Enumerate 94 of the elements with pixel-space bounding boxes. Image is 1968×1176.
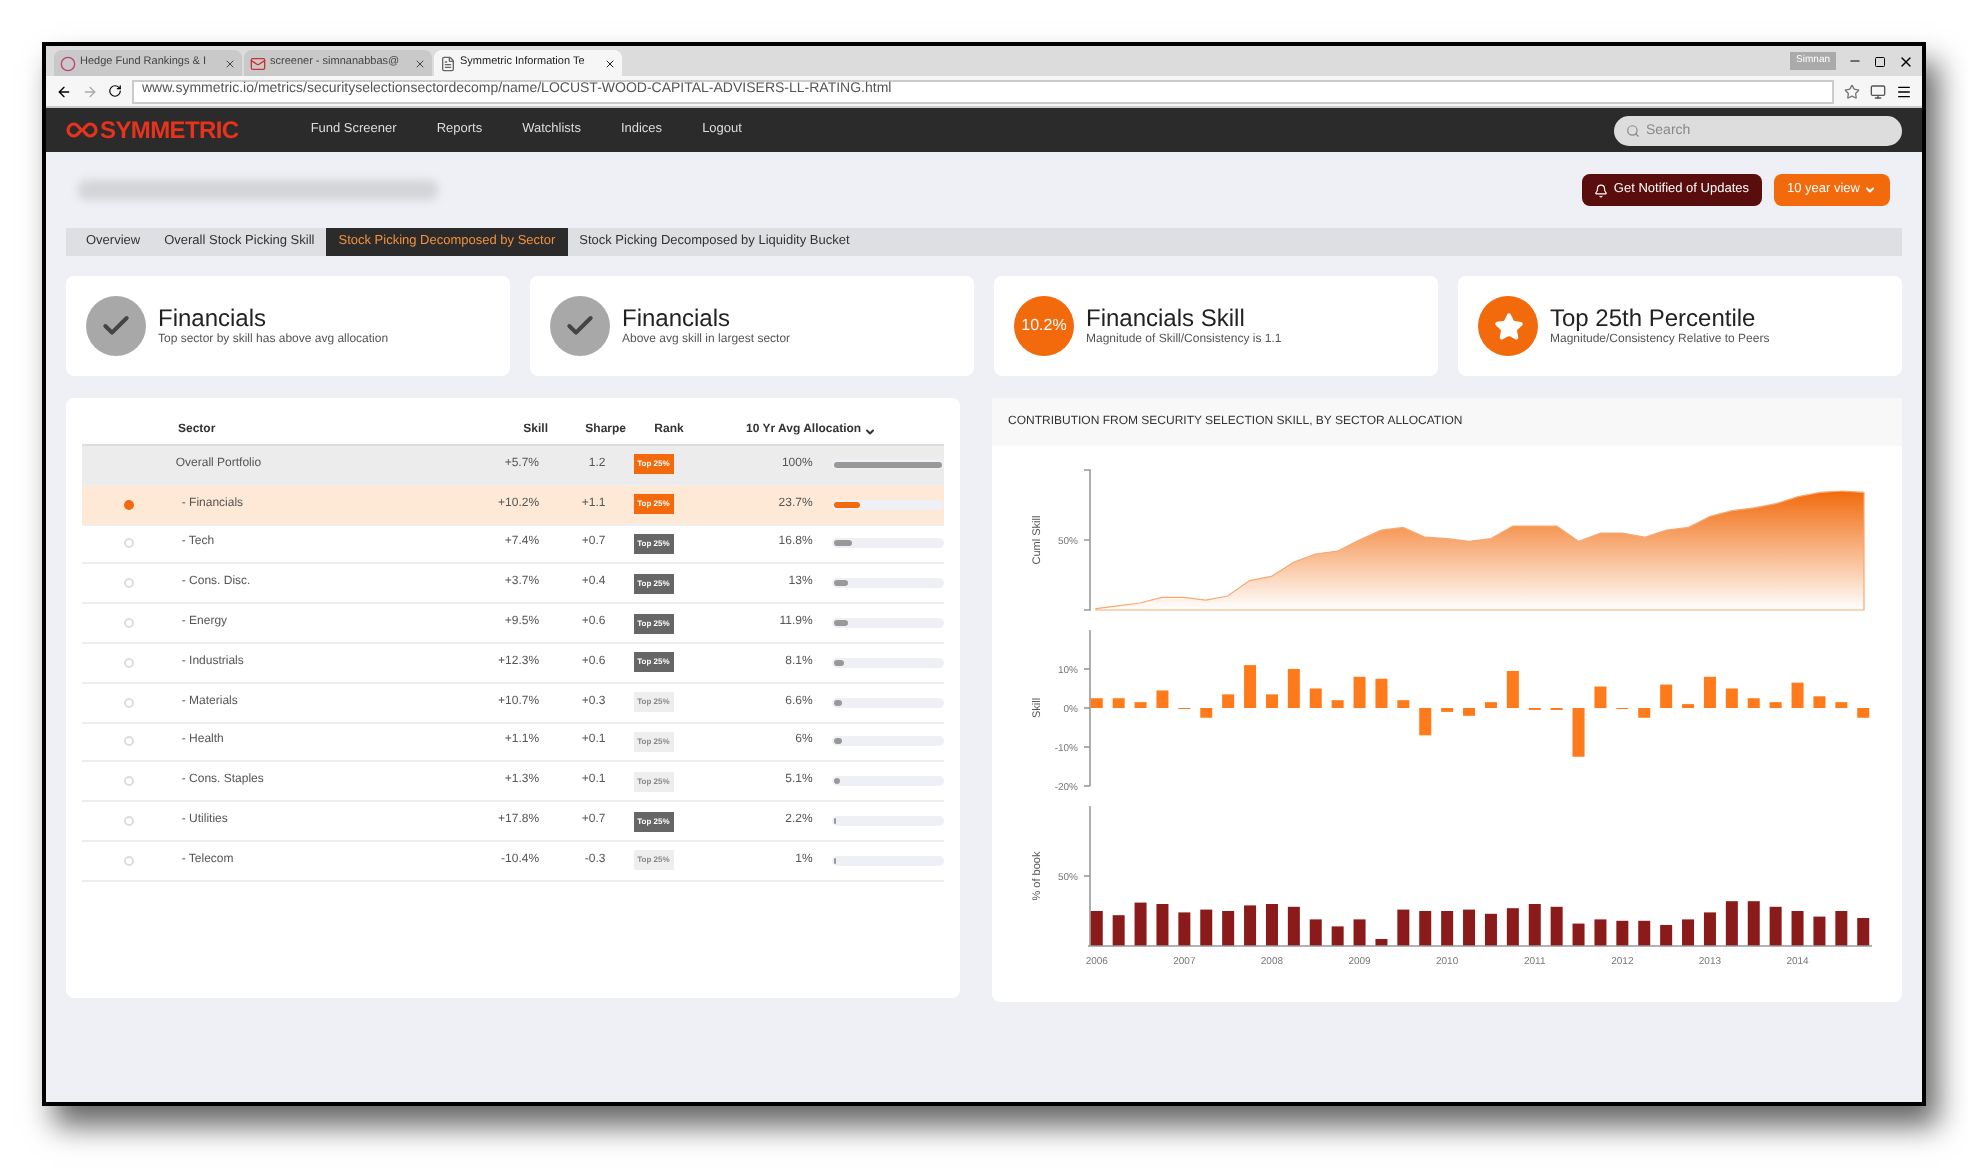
bar [1572,923,1585,946]
bar [1200,909,1213,946]
bar [1353,919,1366,946]
bar [1616,920,1629,946]
bar [1090,698,1103,708]
bar [1112,915,1125,946]
bar [1703,912,1716,946]
bar [1287,906,1300,946]
bar [1397,700,1410,708]
bar [1660,684,1673,708]
bar [1813,696,1826,708]
bar [1725,688,1738,708]
bar [1222,694,1235,708]
mail-icon [250,55,266,71]
bar [1134,702,1147,708]
bell-icon [1593,183,1608,197]
bookmark-star-icon[interactable] [1844,83,1860,99]
bar [1222,911,1235,946]
bar [1857,708,1870,718]
bar [1419,911,1432,946]
bar [1419,708,1432,736]
bar [1156,904,1169,946]
reload-icon[interactable] [108,84,122,98]
bar [1200,708,1213,718]
minimize-icon[interactable] [1848,54,1862,68]
page-icon [440,55,456,71]
bar [1244,665,1257,708]
infinity-logo-icon [66,122,98,138]
bar [1309,688,1322,708]
close-icon[interactable] [1898,53,1914,69]
bar [1725,901,1738,946]
bar [1528,904,1541,946]
bar [1769,702,1782,708]
card-title: Financials [622,303,733,333]
bar [1594,686,1607,708]
bar [1484,913,1497,946]
card-title: Financials Skill [1086,303,1247,333]
bar [1550,906,1563,946]
bar [1835,702,1848,708]
y-axis [1083,805,1091,947]
menu-icon[interactable] [1896,83,1912,99]
maximize-icon[interactable] [1874,55,1886,67]
bar [1331,926,1344,946]
forward-icon[interactable] [82,83,98,99]
cast-icon[interactable] [1870,83,1886,99]
bar [1747,698,1760,708]
bar [1265,694,1278,708]
bar [1594,919,1607,946]
close-icon[interactable] [414,57,426,69]
bar [1375,678,1388,708]
bar [1682,919,1695,946]
bar [1638,920,1651,946]
bar [1857,918,1870,946]
circle-icon [60,55,76,71]
bar [1397,909,1410,946]
bar [1178,912,1191,946]
bar [1265,904,1278,946]
bar [1506,670,1519,708]
bar [1463,909,1476,946]
card-title: Financials [158,303,269,333]
bar [1638,708,1651,718]
bar [1835,911,1848,946]
bar [1660,925,1673,946]
check-icon [550,296,610,356]
bar [1769,906,1782,946]
bar [1156,690,1169,708]
bar [1134,902,1147,946]
search-icon [1626,123,1640,137]
bar [1791,911,1804,946]
close-icon[interactable] [224,57,236,69]
bar [1572,708,1585,757]
card-title: Top 25th Percentile [1550,303,1758,333]
bar [1506,908,1519,946]
bar [1353,676,1366,708]
sort-caret-icon[interactable] [863,425,876,437]
bar [1244,905,1257,946]
bar [1287,669,1300,708]
bar [1463,708,1476,716]
bar [1331,700,1344,708]
bar [1484,702,1497,708]
bar [1112,698,1125,708]
check-icon [86,296,146,356]
close-icon[interactable] [604,57,616,69]
bar [1791,682,1804,708]
skill-badge: 10.2% [1014,296,1074,356]
bar [1813,916,1826,946]
y-axis [1083,469,1091,611]
bar [1375,939,1388,946]
back-icon[interactable] [56,83,72,99]
bar [1703,676,1716,708]
bar [1441,911,1454,946]
bar [1747,901,1760,946]
bar [1309,919,1322,946]
caret-icon [1864,184,1876,196]
